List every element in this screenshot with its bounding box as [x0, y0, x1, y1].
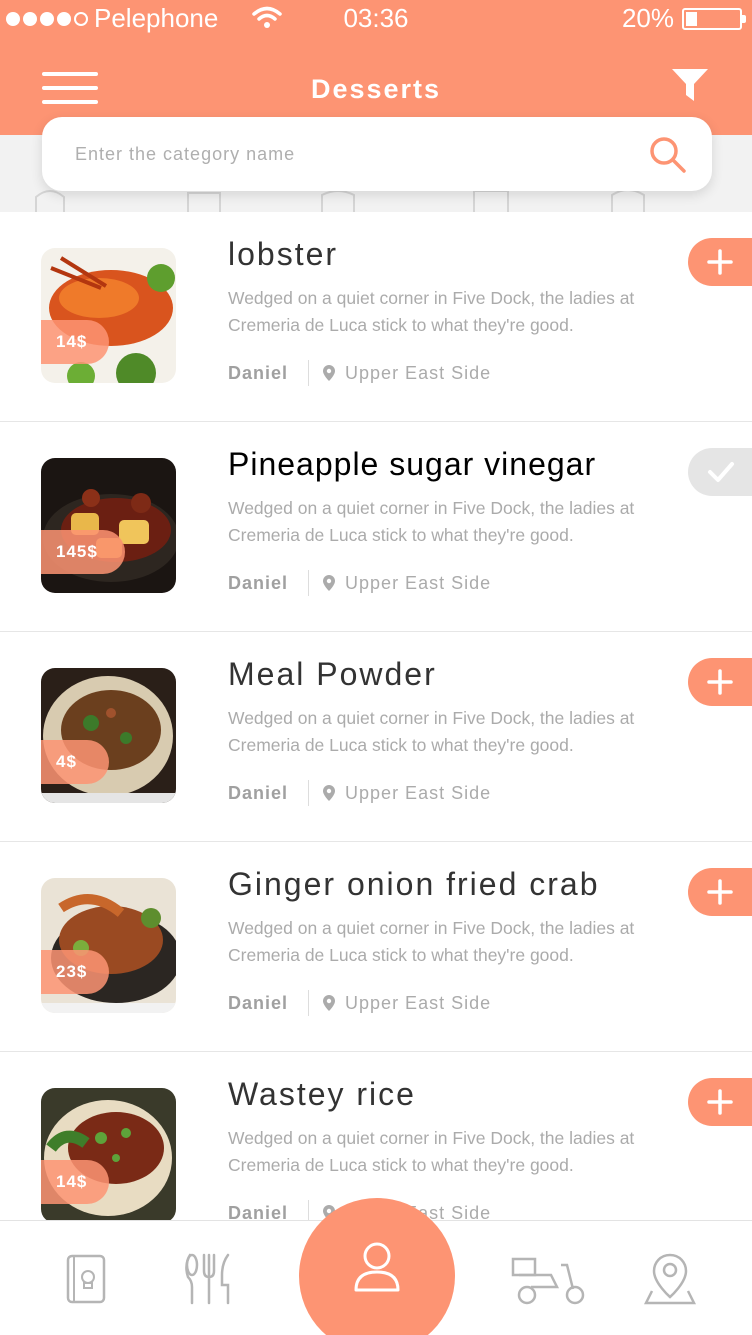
item-meta: Daniel Upper East Side	[228, 780, 491, 806]
price-badge: 14$	[41, 1160, 109, 1204]
recipe-book-icon[interactable]	[58, 1251, 114, 1307]
item-meta: Daniel Upper East Side	[228, 990, 491, 1016]
location: Upper East Side	[323, 783, 491, 804]
location-label: Upper East Side	[345, 782, 492, 803]
status-bar: Pelephone 03:36 20%	[0, 0, 752, 38]
price-badge: 4$	[41, 740, 109, 784]
price-badge: 23$	[41, 950, 109, 994]
food-image: 14$	[41, 248, 176, 383]
battery-icon	[682, 8, 746, 30]
added-check-button[interactable]	[688, 448, 752, 496]
meta-divider	[308, 780, 310, 806]
location-pin-icon	[323, 995, 336, 1011]
location-pin-icon	[323, 785, 336, 801]
author-name: Daniel	[228, 362, 289, 383]
user-icon	[354, 1242, 400, 1292]
author-name: Daniel	[228, 992, 289, 1013]
list-item[interactable]: 14$ lobster Wedged on a quiet corner in …	[0, 212, 752, 422]
battery-percent: 20%	[621, 3, 674, 33]
location-label: Upper East Side	[345, 362, 492, 383]
map-pin-icon[interactable]	[642, 1251, 698, 1307]
search-input[interactable]	[75, 117, 635, 191]
plus-icon	[707, 249, 733, 275]
location: Upper East Side	[323, 363, 491, 384]
plus-icon	[707, 1089, 733, 1115]
food-image: 14$	[41, 1088, 176, 1223]
item-description: Wedged on a quiet corner in Five Dock, t…	[228, 918, 635, 965]
food-image: 4$	[41, 668, 176, 803]
page-title: Desserts	[310, 74, 442, 104]
meta-divider	[308, 570, 310, 596]
item-description: Wedged on a quiet corner in Five Dock, t…	[228, 498, 635, 545]
search-icon[interactable]	[648, 135, 688, 175]
filter-icon[interactable]	[671, 67, 709, 103]
author-name: Daniel	[228, 782, 289, 803]
item-meta: Daniel Upper East Side	[228, 360, 491, 386]
list-item[interactable]: 145$ Pineapple sugar vinegar Wedged on a…	[0, 422, 752, 632]
location-pin-icon	[323, 575, 336, 591]
item-name: lobster	[228, 236, 339, 272]
item-name: Pineapple sugar vinegar	[228, 446, 597, 482]
add-button[interactable]	[688, 658, 752, 706]
location: Upper East Side	[323, 993, 491, 1014]
checkmark-icon	[708, 462, 734, 482]
dessert-list: 14$ lobster Wedged on a quiet corner in …	[0, 212, 752, 1262]
delivery-scooter-icon[interactable]	[511, 1251, 587, 1307]
item-name: Wastey rice	[228, 1076, 416, 1112]
cutlery-icon[interactable]	[180, 1251, 236, 1307]
search-bar	[42, 117, 712, 191]
list-item[interactable]: 4$ Meal Powder Wedged on a quiet corner …	[0, 632, 752, 842]
location-label: Upper East Side	[345, 572, 492, 593]
item-meta: Daniel Upper East Side	[228, 570, 491, 596]
author-name: Daniel	[228, 572, 289, 593]
item-name: Meal Powder	[228, 656, 437, 692]
location: Upper East Side	[323, 573, 491, 594]
price-badge: 14$	[41, 320, 109, 364]
add-button[interactable]	[688, 1078, 752, 1126]
plus-icon	[707, 669, 733, 695]
price-badge: 145$	[41, 530, 125, 574]
item-name: Ginger onion fried crab	[228, 866, 600, 902]
add-button[interactable]	[688, 868, 752, 916]
meta-divider	[308, 360, 310, 386]
item-description: Wedged on a quiet corner in Five Dock, t…	[228, 288, 635, 335]
add-button[interactable]	[688, 238, 752, 286]
food-image: 23$	[41, 878, 176, 1013]
item-description: Wedged on a quiet corner in Five Dock, t…	[228, 708, 635, 755]
plus-icon	[707, 879, 733, 905]
food-image: 145$	[41, 458, 176, 593]
item-description: Wedged on a quiet corner in Five Dock, t…	[228, 1128, 635, 1175]
location-label: Upper East Side	[345, 992, 492, 1013]
app-header: Pelephone 03:36 20% Desserts	[0, 0, 752, 135]
location-pin-icon	[323, 365, 336, 381]
list-item[interactable]: 23$ Ginger onion fried crab Wedged on a …	[0, 842, 752, 1052]
meta-divider	[308, 990, 310, 1016]
